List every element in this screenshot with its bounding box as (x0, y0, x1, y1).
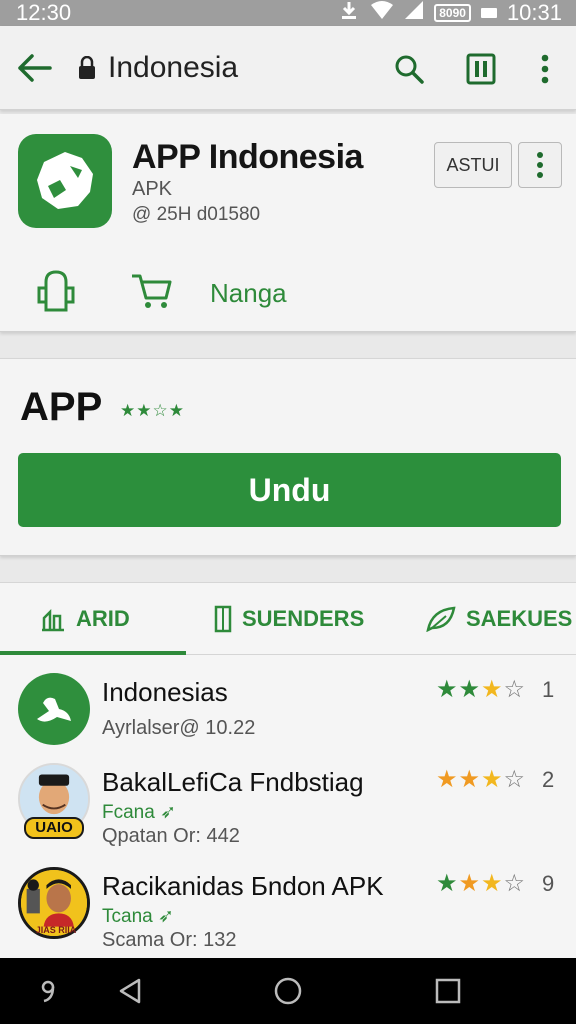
cup-icon[interactable] (36, 270, 76, 319)
rating-stars: ★★★☆ (436, 676, 527, 703)
install-title: APP (20, 385, 103, 429)
back-button[interactable] (14, 50, 54, 86)
tab-label: SUENDERS (242, 606, 365, 631)
rating-stars: ★★★☆ (436, 766, 527, 793)
square-recents-icon (435, 978, 461, 1004)
active-tab-indicator (0, 651, 186, 655)
list-item-tag-label: Fcana (102, 802, 155, 823)
tab-suenders[interactable]: SUENDERS (214, 583, 364, 655)
nav-recents-button[interactable] (428, 974, 468, 1008)
more-vertical-icon (537, 152, 543, 178)
tab-arid[interactable]: ARID (40, 583, 130, 655)
list-item[interactable]: Indonesias Ayrlalser@ 10.22 ★★★☆ 1 (0, 669, 576, 769)
tab-label: ARID (76, 606, 130, 631)
status-time-left: 12:30 (16, 0, 72, 25)
list-item-meta: Scama Or: 132 (102, 929, 237, 951)
app-meta: @ 25H d01580 (132, 204, 261, 225)
download-icon (338, 0, 360, 26)
chart-icon (42, 608, 64, 632)
list-item[interactable]: JIAS RIIA Racikanidas Бndon APK Tcana ➶ … (0, 863, 576, 963)
app-logo-icon (18, 673, 90, 745)
install-card: APP ★★☆★ Undu (0, 358, 576, 556)
list-item-tag-label: Tcana (102, 906, 153, 927)
list-item[interactable]: UAIO BakalLefiCa Fndbstiag Fcana ➶ Qpata… (0, 759, 576, 859)
lock-icon (78, 55, 96, 85)
app-type: APK (132, 178, 173, 200)
list-item-name: Indonesias (102, 677, 228, 707)
nav-back-button[interactable] (110, 974, 150, 1008)
nine-icon (41, 980, 55, 1003)
bird-icon: ➶ (152, 906, 174, 927)
leaf-icon (426, 606, 456, 632)
more-vertical-icon (541, 54, 549, 84)
overflow-menu-button[interactable] (528, 50, 562, 88)
list-item-name: Racikanidas Бndon APK (102, 871, 384, 901)
app-list-card: ARID SUENDERS SAEKUES Indonesias Ayrlals… (0, 582, 576, 958)
app-header-card: APP Indonesia APK @ 25H d01580 ASTUI Nan… (0, 114, 576, 332)
rating-number: 9 (542, 871, 555, 896)
app-logo-icon (18, 134, 112, 228)
rating-stars: ★★★☆ (436, 870, 527, 897)
reader-mode-button[interactable] (462, 50, 500, 88)
nav-extra-button[interactable] (28, 974, 68, 1008)
avatar-badge: UAIO (24, 817, 84, 839)
status-time-right: 10:31 (506, 0, 562, 25)
cart-icon[interactable] (130, 272, 172, 315)
list-item-name: BakalLefiCa Fndbstiag (102, 767, 364, 797)
page-title: Indonesia (108, 51, 239, 84)
status-badge: 8090 (434, 4, 471, 22)
list-item-tag: Fcana ➶ (102, 801, 176, 824)
wifi-icon (370, 0, 394, 26)
rating-number: 2 (542, 767, 555, 792)
nav-home-button[interactable] (268, 974, 308, 1008)
list-item-meta: Ayrlalser@ 10.22 (102, 717, 256, 739)
signal-icon (404, 0, 424, 26)
rating-number: 1 (542, 677, 555, 702)
download-button[interactable]: Undu (18, 453, 561, 527)
tab-saekues[interactable]: SAEKUES (426, 583, 572, 655)
bird-icon: ➶ (154, 802, 177, 823)
system-nav-bar (0, 958, 576, 1024)
book-icon (466, 53, 496, 85)
astui-button[interactable]: ASTUI (434, 142, 512, 188)
top-app-bar: Indonesia (0, 26, 576, 110)
tab-bar: ARID SUENDERS SAEKUES (0, 583, 576, 655)
list-item-tag: Tcana ➶ (102, 905, 174, 928)
rating-stars: ★★☆★ (120, 401, 185, 420)
triangle-back-icon (119, 978, 141, 1004)
book-icon (214, 605, 232, 633)
status-bar: 12:30 8090 10:31 (0, 0, 576, 26)
avatar-caption: JIAS RIIA (35, 925, 77, 935)
arrow-left-icon (18, 54, 52, 82)
circle-home-icon (274, 977, 302, 1005)
app-more-button[interactable] (518, 142, 562, 188)
tab-label: SAEKUES (466, 606, 573, 631)
list-item-meta: Qpatan Or: 442 (102, 825, 240, 847)
app-name: APP Indonesia (132, 138, 363, 176)
search-icon (395, 55, 424, 84)
nanga-action-label[interactable]: Nanga (210, 278, 287, 309)
search-button[interactable] (390, 50, 428, 88)
battery-icon (480, 8, 497, 18)
